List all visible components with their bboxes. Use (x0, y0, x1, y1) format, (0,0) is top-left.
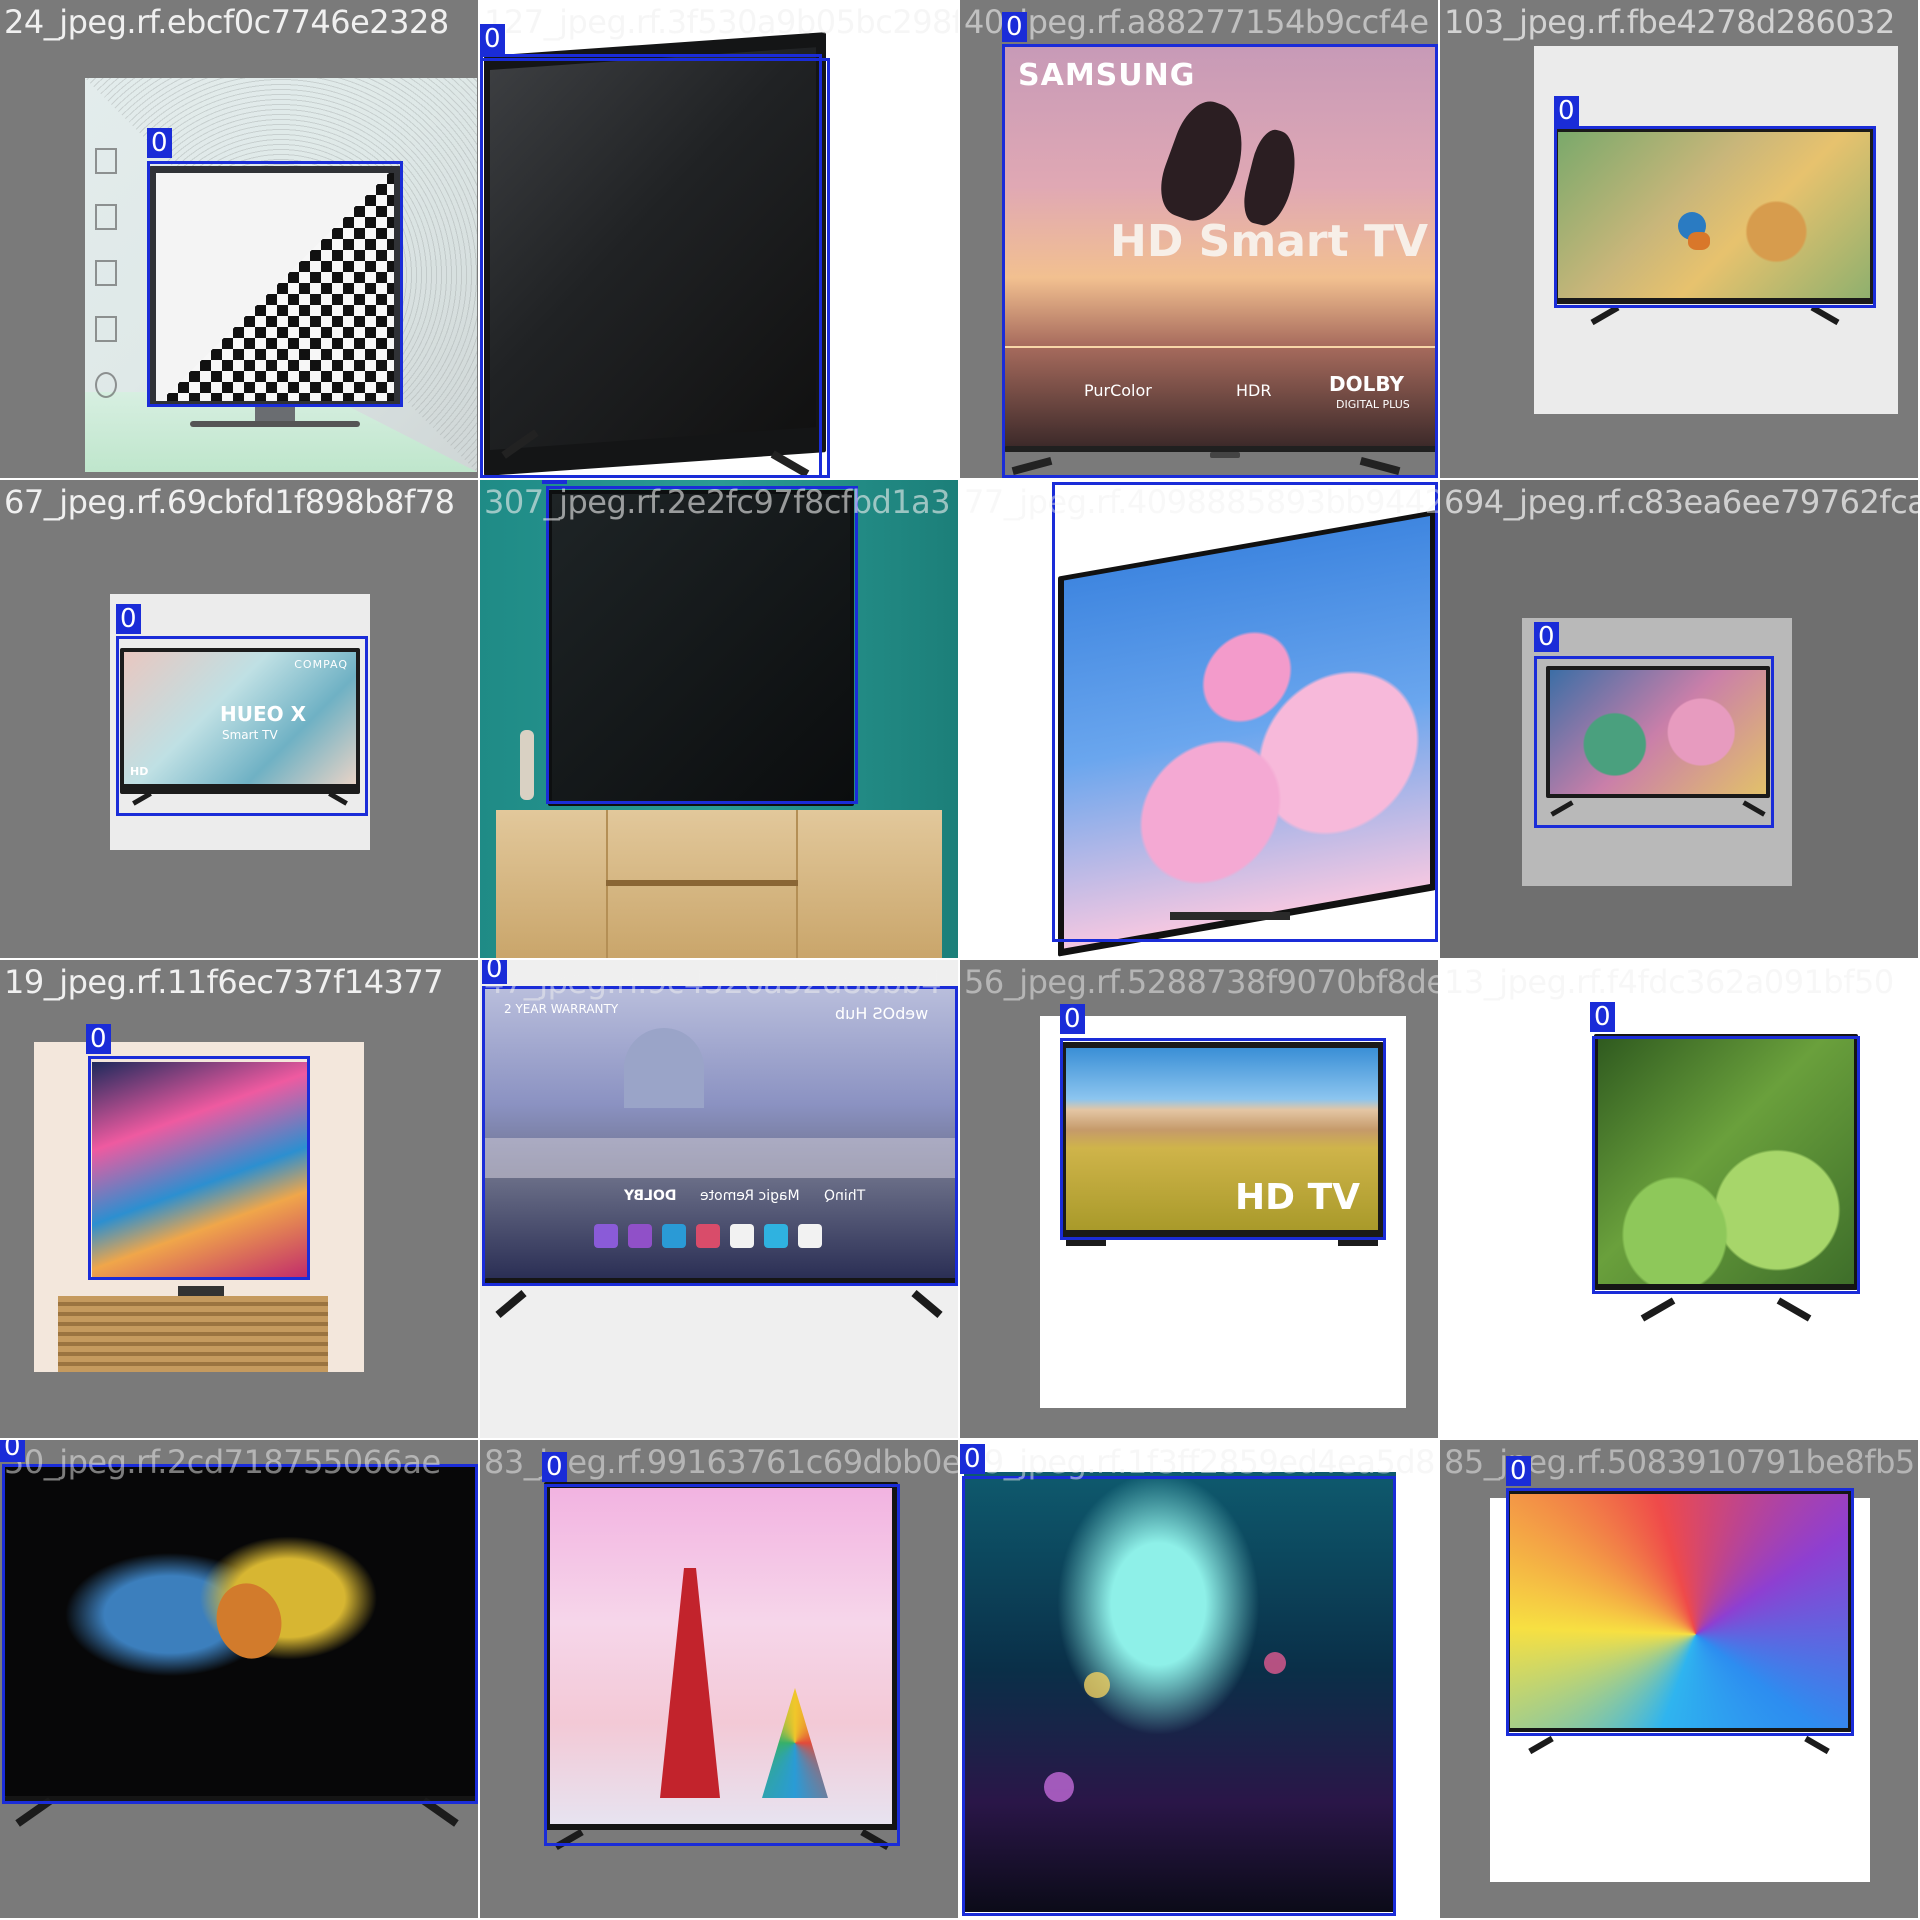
mosaic-tile: 0 24_jpeg.rf.ebcf0c7746e2328 (0, 0, 478, 478)
bbox-class-label: 0 (1554, 96, 1579, 126)
mosaic-tile: 0 50_jpeg.rf.2cd718755066ae (0, 1440, 478, 1918)
bounding-box (2, 1464, 478, 1804)
bounding-box (480, 58, 830, 478)
tile-filename: 24_jpeg.rf.ebcf0c7746e2328 (4, 3, 449, 41)
bounding-box (546, 486, 858, 804)
mosaic-tile: 0 77_jpeg.rf.4098885893bb9442 (960, 480, 1438, 958)
mosaic-tile: 0 83_jpeg.rf.99163761c69dbb0ea1 (480, 1440, 958, 1918)
detection-mosaic: 0 24_jpeg.rf.ebcf0c7746e2328 0 127_jpeg.… (0, 0, 1920, 1920)
bbox-class-label: 0 (482, 960, 507, 984)
bounding-box (544, 1484, 900, 1846)
tile-filename: 103_jpeg.rf.fbe4278d286032 (1444, 3, 1895, 41)
mosaic-tile: SAMSUNG HD Smart TV PurColor HDR DOLBY D… (960, 0, 1438, 478)
tile-filename: 40_jpeg.rf.a88277154b9ccf4e (964, 3, 1429, 41)
bounding-box (147, 161, 403, 407)
tile-filename: 13_jpeg.rf.f4fdc362a091bf50 (1444, 963, 1894, 1001)
mosaic-tile: HD TV 0 56_jpeg.rf.5288738f9070bf8de79 (960, 960, 1438, 1438)
mosaic-tile: COMPAQ HUEO X Smart TV HD 0 67_jpeg.rf.6… (0, 480, 478, 958)
bbox-class-label: 0 (0, 1440, 25, 1462)
bbox-class-label: 0 (1060, 1004, 1085, 1034)
mosaic-tile: 0 307_jpeg.rf.2e2fc97f8cfbd1a3 (480, 480, 958, 958)
bbox-class-label: 0 (542, 480, 567, 484)
bbox-class-label: 0 (1534, 622, 1559, 652)
bbox-class-label: 0 (147, 128, 172, 158)
bbox-class-label: 0 (1002, 12, 1027, 42)
tile-filename: 67_jpeg.rf.69cbfd1f898b8f78 (4, 483, 455, 521)
bounding-box (88, 1056, 310, 1280)
bounding-box (1534, 656, 1774, 828)
mosaic-tile: 0 694_jpeg.rf.c83ea6ee79762fcaf (1440, 480, 1918, 958)
bbox-class-label: 0 (960, 1444, 985, 1474)
bounding-box (962, 1476, 1396, 1916)
tv-stand-left (1066, 1240, 1106, 1246)
bounding-box (482, 986, 958, 1286)
tile-filename: 77_jpeg.rf.4098885893bb9442 (964, 483, 1438, 521)
decor-vase (520, 730, 534, 800)
tile-filename: 694_jpeg.rf.c83ea6ee79762fcaf (1444, 483, 1918, 521)
tv-cabinet (496, 810, 942, 958)
mosaic-tile: 0 103_jpeg.rf.fbe4278d286032 (1440, 0, 1918, 478)
bbox-class-label: 0 (1506, 1456, 1531, 1486)
bounding-box (116, 636, 368, 816)
bounding-box (1052, 482, 1438, 942)
tile-filename: 50_jpeg.rf.2cd718755066ae (4, 1443, 441, 1481)
tile-filename: 127_jpeg.rf.3f530a9b05bc298ff64 (484, 3, 958, 41)
bbox-class-label: 0 (480, 24, 505, 54)
bbox-class-label: 0 (116, 604, 141, 634)
bounding-box (1002, 44, 1438, 478)
bounding-box (1592, 1036, 1860, 1294)
tile-filename: 19_jpeg.rf.11f6ec737f14377 (4, 963, 444, 1001)
tv-stand (255, 407, 295, 421)
tile-filename: 47_jpeg.rf.9c4526a52d8bbb4 (484, 963, 942, 1001)
mosaic-tile: 0 85_jpeg.rf.5083910791be8fb5 (1440, 1440, 1918, 1918)
tv-stand-base (190, 421, 360, 427)
tv-stand-right (1338, 1240, 1378, 1246)
bbox-class-label: 0 (542, 1452, 567, 1482)
mosaic-tile: 0 19_jpeg.rf.11f6ec737f14377 (0, 960, 478, 1438)
mosaic-tile: 0 13_jpeg.rf.f4fdc362a091bf50 (1440, 960, 1918, 1438)
bounding-box (1506, 1488, 1854, 1736)
mosaic-tile: 0 09_jpeg.rf.1f3ff2859ed4ea5d8 (960, 1440, 1438, 1918)
bbox-class-label: 0 (86, 1024, 111, 1054)
tile-filename: 09_jpeg.rf.1f3ff2859ed4ea5d8 (964, 1443, 1436, 1481)
mosaic-tile: webOS Hub 2 YEAR WARRANTY DOLBY Magic Re… (480, 960, 958, 1438)
mosaic-tile: 0 127_jpeg.rf.3f530a9b05bc298ff64 (480, 0, 958, 478)
tile-filename: 56_jpeg.rf.5288738f9070bf8de79 (964, 963, 1438, 1001)
tv-cabinet (58, 1296, 328, 1372)
bbox-class-label: 0 (1590, 1002, 1615, 1032)
tile-filename: 307_jpeg.rf.2e2fc97f8cfbd1a3 (484, 483, 951, 521)
bounding-box (1060, 1038, 1386, 1240)
bounding-box (1554, 126, 1876, 308)
